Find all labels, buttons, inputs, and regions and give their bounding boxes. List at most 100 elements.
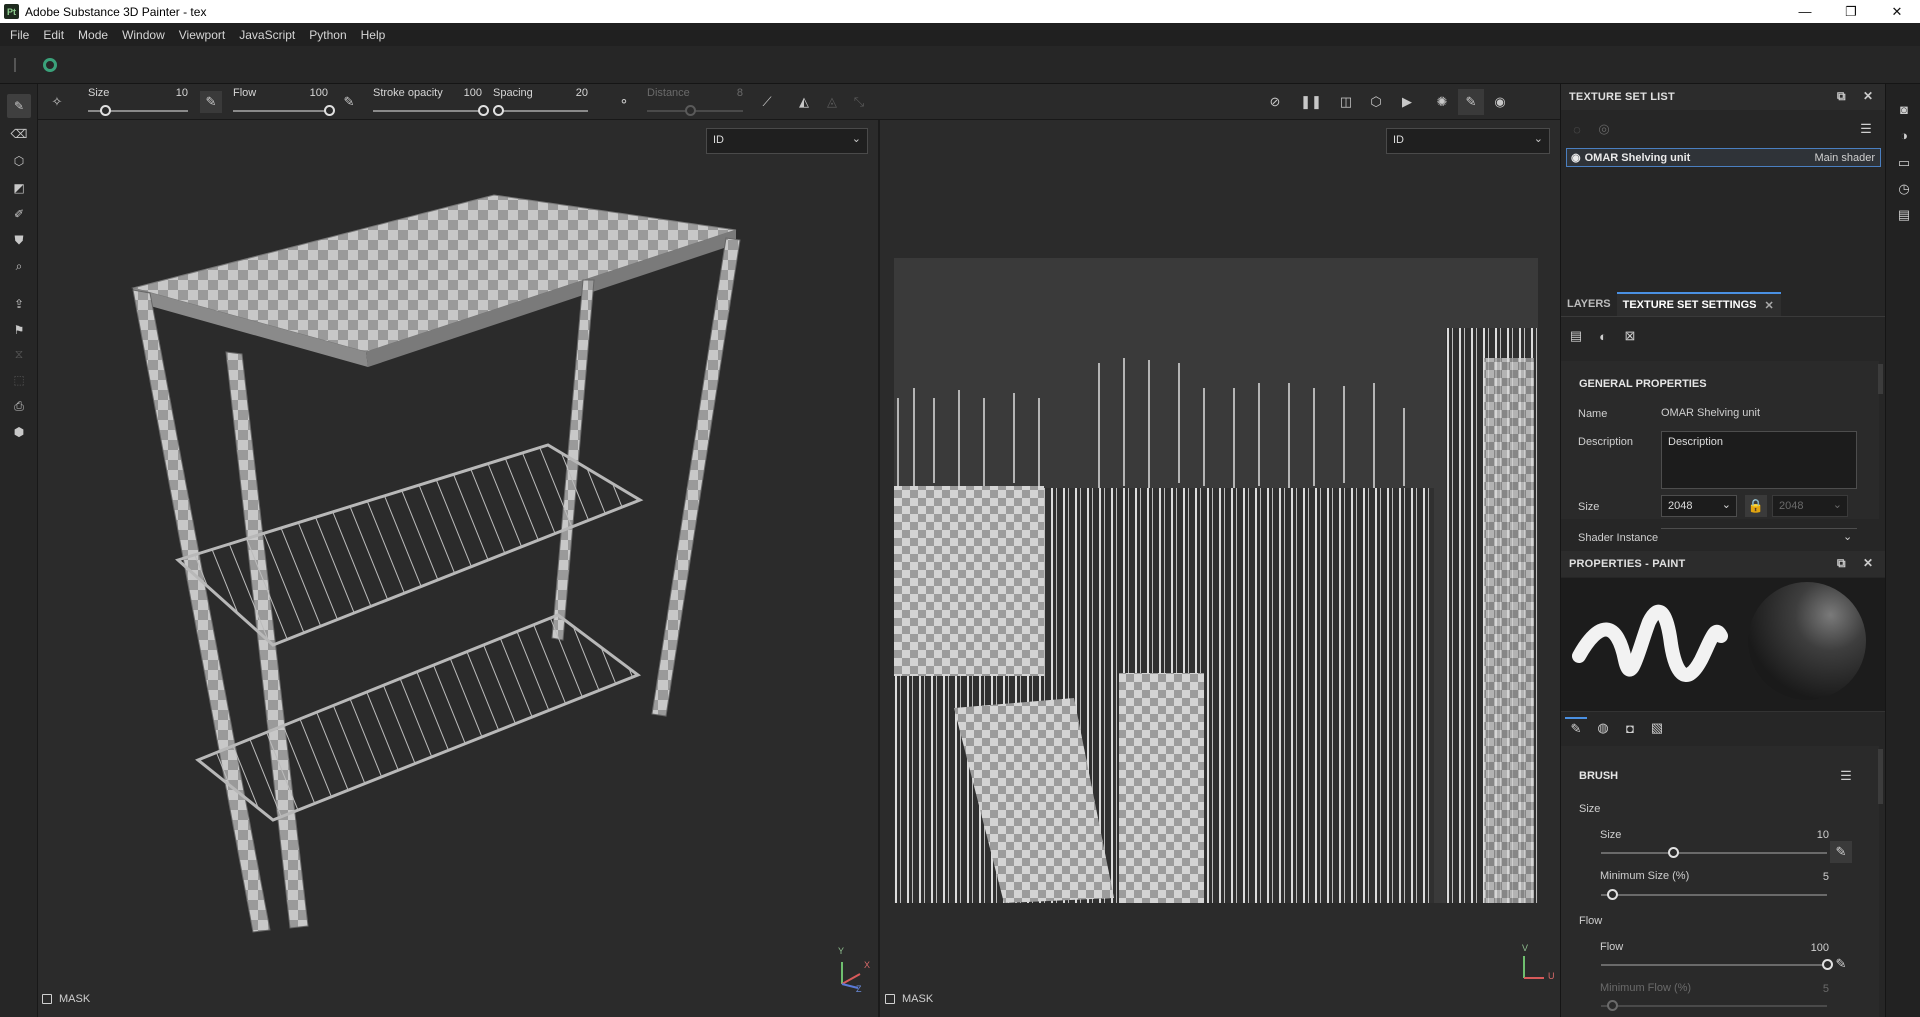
lazy-mouse-icon[interactable]: ⚬: [613, 91, 635, 113]
size-slider-knob[interactable]: [100, 105, 111, 116]
flow-value[interactable]: 100: [288, 87, 328, 99]
menu-python[interactable]: Python: [305, 28, 356, 42]
mask-toggle-2d[interactable]: MASK: [885, 993, 933, 1005]
distance-value[interactable]: 8: [703, 87, 743, 99]
eraser-icon[interactable]: ⌫: [7, 122, 31, 146]
close-panel-icon[interactable]: ✕: [1863, 89, 1873, 103]
clone-stamp-icon[interactable]: ⛊: [7, 228, 31, 252]
hide-icon[interactable]: ◌: [1566, 118, 1588, 140]
texture-set-row[interactable]: ◉ OMAR Shelving unit Main shader: [1566, 148, 1881, 167]
flow-track[interactable]: [233, 110, 329, 112]
brush-size-track[interactable]: [1601, 852, 1827, 854]
menu-mode[interactable]: Mode: [74, 28, 118, 42]
symmetry-tool-icon[interactable]: ✧: [46, 91, 68, 113]
texture-set-shader[interactable]: Main shader: [1814, 152, 1875, 164]
polygon-fill-icon[interactable]: ◩: [7, 176, 31, 200]
min-size-value[interactable]: 5: [1801, 871, 1829, 883]
material-icon[interactable]: ◐: [1592, 325, 1614, 347]
menu-javascript[interactable]: JavaScript: [235, 28, 305, 42]
spacing-slider-knob[interactable]: [492, 105, 504, 116]
screenshot-icon[interactable]: ◉: [1489, 91, 1511, 113]
shader-instance-select[interactable]: [1661, 528, 1857, 529]
float-panel-icon[interactable]: ⧉: [1837, 556, 1846, 571]
history-icon[interactable]: ◷: [1895, 180, 1913, 198]
view-cube-icon[interactable]: ⬡: [1365, 91, 1387, 113]
description-field[interactable]: Description: [1661, 431, 1857, 489]
stroke-opacity-track[interactable]: [373, 110, 483, 112]
smudge-icon[interactable]: ✐: [7, 202, 31, 226]
menu-edit[interactable]: Edit: [39, 28, 74, 42]
stencil-tab-icon[interactable]: ◘: [1619, 717, 1641, 739]
close-tab-icon[interactable]: ✕: [1764, 299, 1773, 312]
symmetry-icon[interactable]: ◭: [793, 91, 815, 113]
split-view-icon[interactable]: ◫: [1335, 91, 1357, 113]
stroke-opacity-slider-knob[interactable]: [478, 105, 489, 116]
restore-button[interactable]: ❐: [1828, 0, 1874, 23]
size-locked-select[interactable]: 2048 ⌄: [1772, 495, 1848, 517]
shader-settings-icon[interactable]: ◑: [1895, 126, 1913, 144]
size-pressure-icon[interactable]: ✎: [1830, 841, 1852, 863]
bake-icon[interactable]: ⇪: [7, 292, 31, 316]
viewport-3d[interactable]: ID ⌄ Y X Z MASK: [38, 120, 878, 1017]
min-size-track[interactable]: [1601, 894, 1827, 896]
eye-icon[interactable]: ◎: [1593, 118, 1615, 140]
brush-flow-track[interactable]: [1601, 964, 1827, 966]
plugin-icon[interactable]: [43, 58, 57, 72]
paint-brush-icon[interactable]: ✎: [7, 94, 31, 118]
close-panel-icon[interactable]: ✕: [1863, 556, 1873, 570]
viewport-2d[interactable]: ID ⌄ V U MASK: [880, 120, 1560, 1017]
viewport-2d-display-select[interactable]: ID ⌄: [1386, 128, 1550, 154]
uv-texture-canvas[interactable]: [894, 258, 1538, 903]
close-button[interactable]: ✕: [1874, 0, 1920, 23]
display-settings-icon[interactable]: ◙: [1895, 100, 1913, 118]
material-tab-icon[interactable]: ▧: [1646, 717, 1668, 739]
camera-icon[interactable]: ▶: [1396, 91, 1418, 113]
mesh-maps-icon[interactable]: ⊠: [1619, 325, 1641, 347]
scrollbar-thumb[interactable]: [1878, 749, 1883, 804]
spacing-value[interactable]: 20: [548, 87, 588, 99]
visibility-eye-icon[interactable]: ◉: [1571, 151, 1581, 164]
brush-menu-icon[interactable]: ☰: [1835, 765, 1857, 787]
lock-icon[interactable]: 🔒: [1745, 495, 1767, 517]
shelf-grip[interactable]: [14, 58, 16, 72]
hide-overlay-icon[interactable]: ⊘: [1264, 91, 1286, 113]
log-icon[interactable]: ▤: [1895, 206, 1913, 224]
menu-file[interactable]: File: [6, 28, 39, 42]
texture-set-icon[interactable]: ▤: [1565, 325, 1587, 347]
split-icon[interactable]: ⧖: [7, 342, 31, 366]
brush-tab-icon[interactable]: ✎: [1565, 717, 1587, 739]
spacing-track[interactable]: [493, 110, 588, 112]
distance-slider-knob[interactable]: [685, 105, 697, 116]
flow-pressure-icon[interactable]: ✎: [338, 91, 360, 113]
color-picker-icon[interactable]: ⌕: [7, 254, 31, 278]
pen-pressure-icon[interactable]: ✎: [200, 91, 222, 113]
name-value[interactable]: OMAR Shelving unit: [1661, 407, 1760, 419]
tab-layers[interactable]: LAYERS: [1561, 292, 1617, 316]
flow-slider-knob[interactable]: [324, 105, 335, 116]
mesh-icon[interactable]: ⬢: [7, 420, 31, 444]
size-select[interactable]: 2048 ⌄: [1661, 495, 1737, 517]
menu-help[interactable]: Help: [357, 28, 396, 42]
geometry-icon[interactable]: ⬚: [7, 368, 31, 392]
brush-flow-value[interactable]: 100: [1795, 942, 1829, 954]
tab-texture-set-settings[interactable]: TEXTURE SET SETTINGS ✕: [1616, 292, 1781, 316]
alpha-tab-icon[interactable]: ◍: [1592, 717, 1614, 739]
mask-toggle-3d[interactable]: MASK: [42, 993, 90, 1005]
menu-window[interactable]: Window: [118, 28, 175, 42]
material-picker-icon[interactable]: ⚑: [7, 318, 31, 342]
export-icon[interactable]: ⎙: [7, 394, 31, 418]
iray-icon[interactable]: ✺: [1431, 91, 1453, 113]
projection-icon[interactable]: ⬡: [7, 149, 31, 173]
brush-size-value[interactable]: 10: [1801, 829, 1829, 841]
assets-icon[interactable]: ▭: [1895, 154, 1913, 172]
pause-icon[interactable]: ❚❚: [1300, 91, 1322, 113]
min-flow-value[interactable]: 5: [1801, 983, 1829, 995]
min-flow-track[interactable]: [1601, 1005, 1827, 1007]
size-value[interactable]: 10: [148, 87, 188, 99]
scrollbar-thumb[interactable]: [1878, 364, 1883, 394]
alignment-icon[interactable]: ⟋: [756, 91, 778, 113]
flow-pressure-icon[interactable]: ✎: [1830, 953, 1852, 975]
shelving-unit-3d-model[interactable]: [38, 120, 878, 1017]
menu-viewport[interactable]: Viewport: [175, 28, 235, 42]
float-panel-icon[interactable]: ⧉: [1837, 89, 1846, 104]
